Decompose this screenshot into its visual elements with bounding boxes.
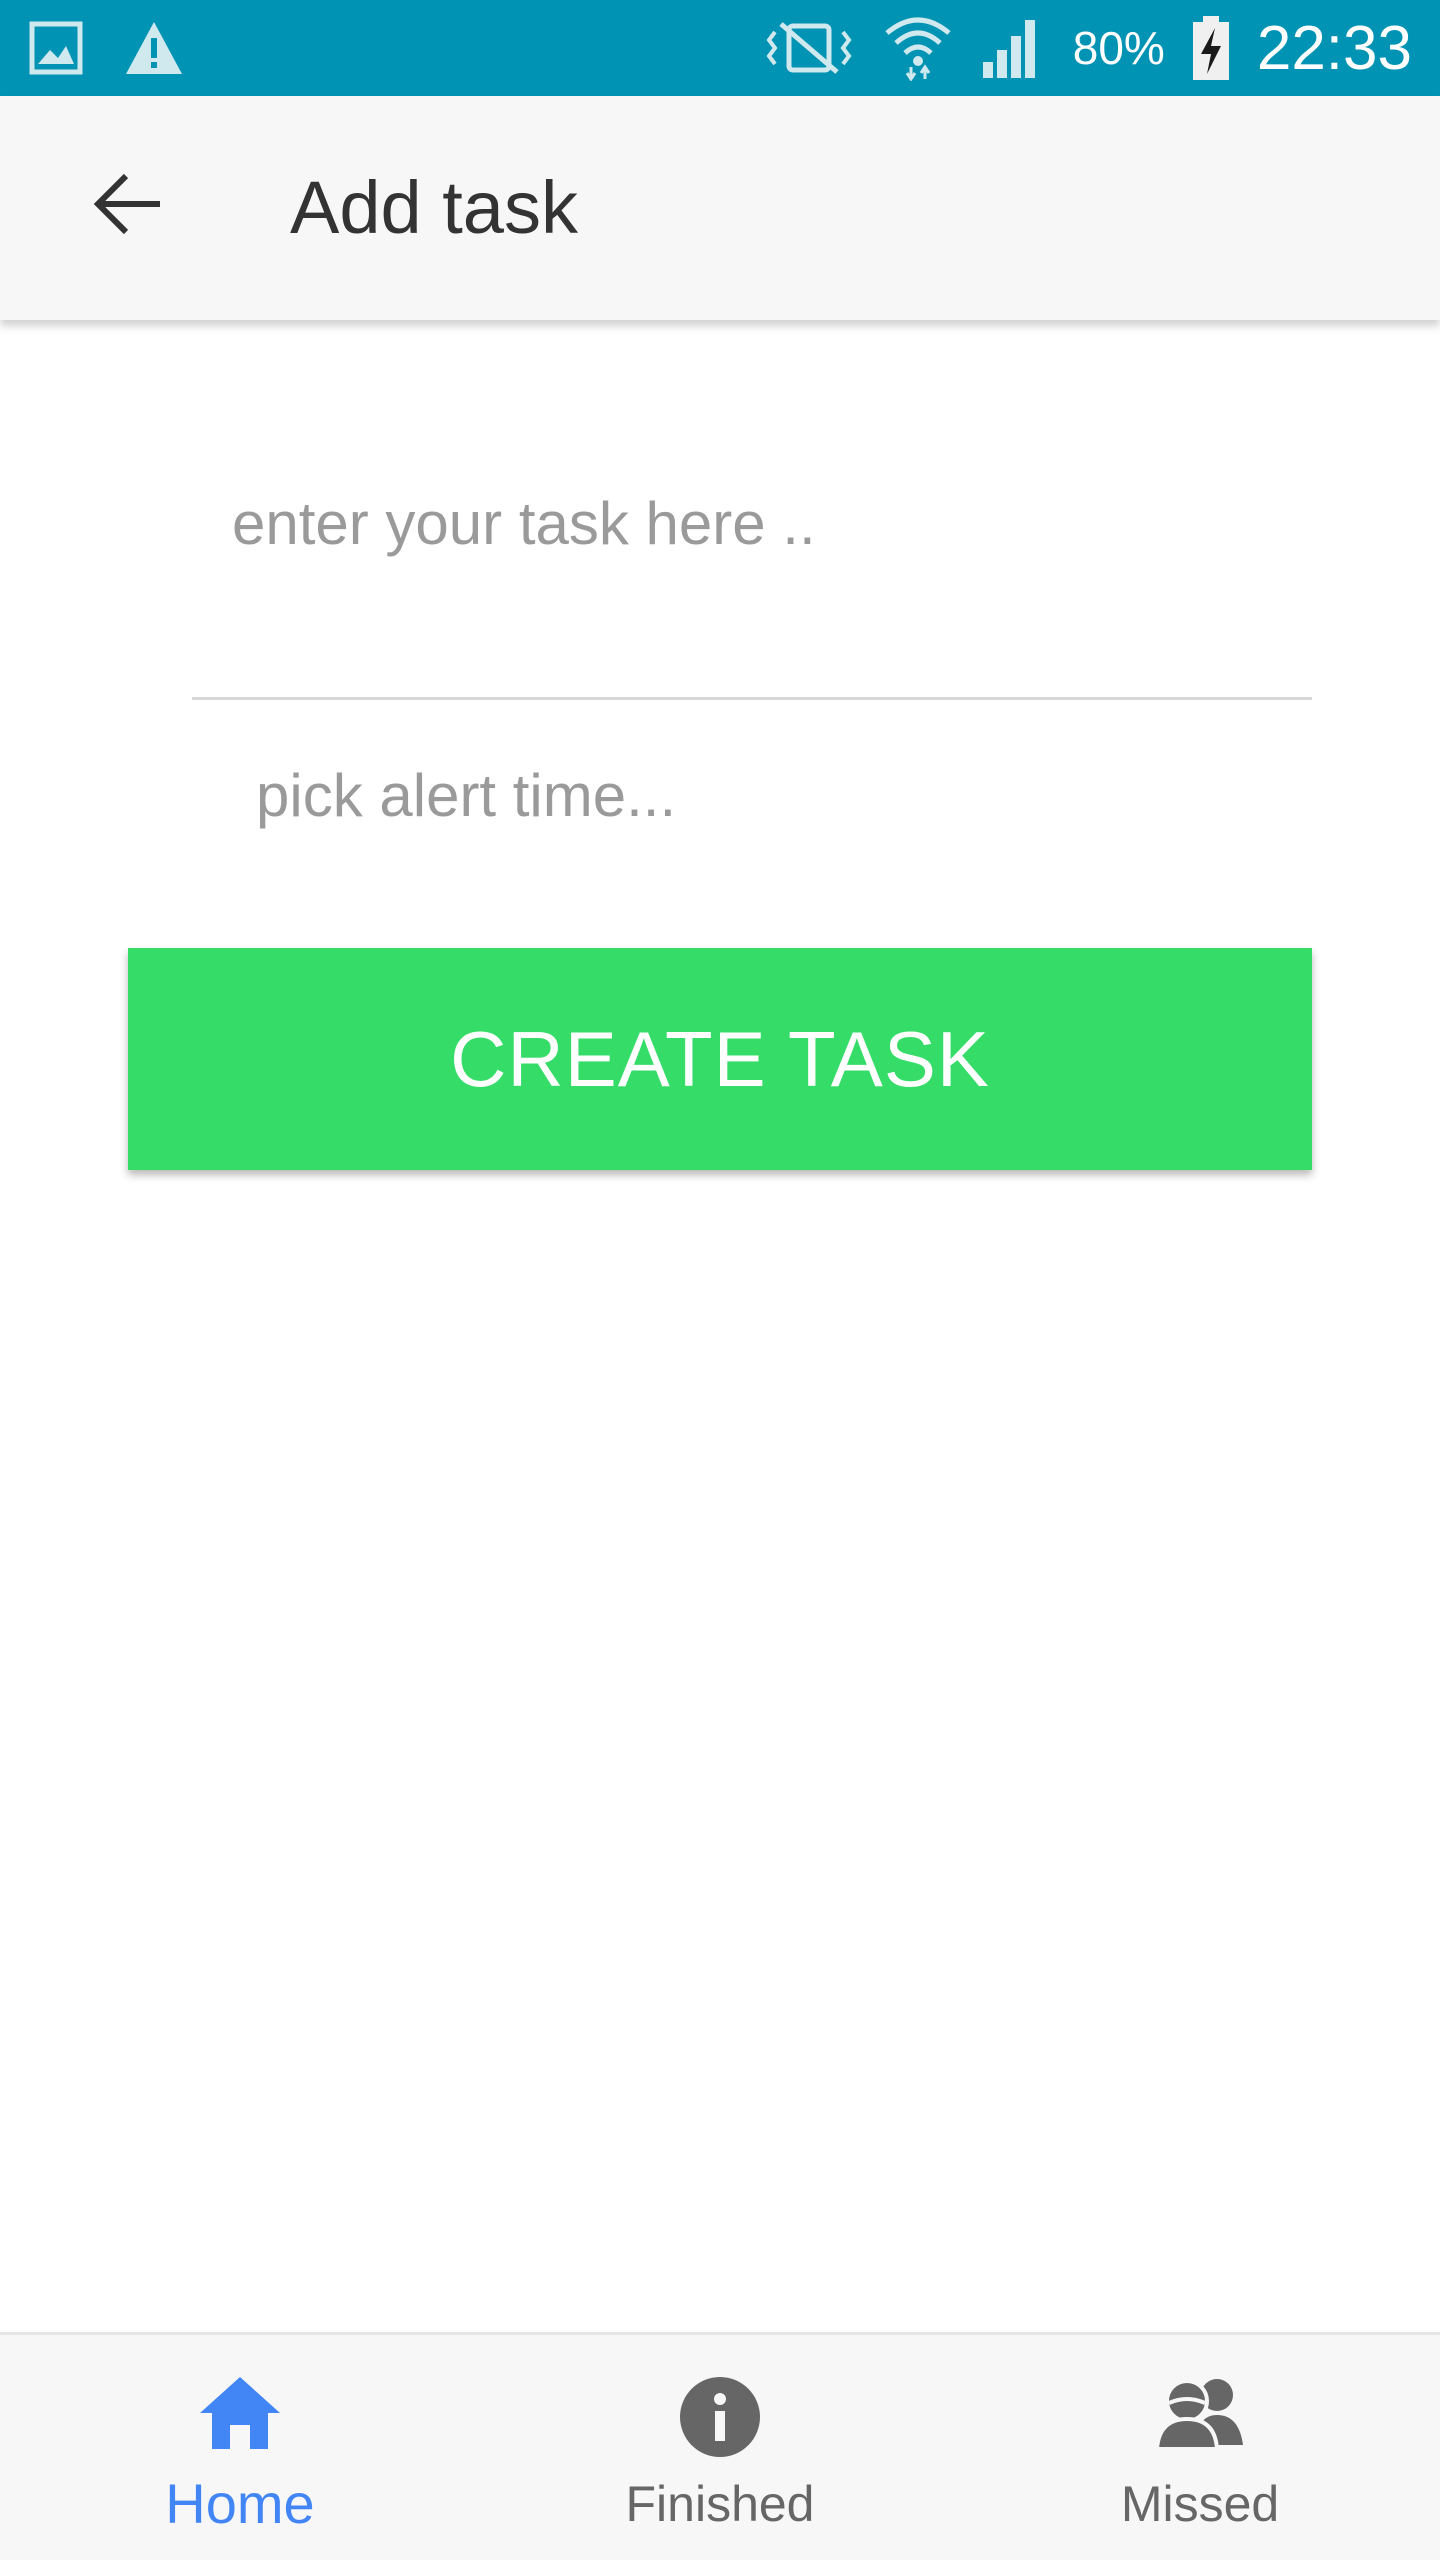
people-icon — [1154, 2375, 1245, 2456]
signal-icon — [979, 16, 1047, 80]
nav-item-finished[interactable]: Finished — [480, 2335, 960, 2560]
arrow-back-icon — [92, 172, 164, 241]
battery-percent: 80% — [1072, 22, 1165, 74]
create-task-button[interactable]: CREATE TASK — [128, 948, 1312, 1170]
nav-label-missed: Missed — [1120, 2476, 1280, 2532]
info-icon — [678, 2375, 762, 2464]
bottom-navigation: Home Finished Missed — [0, 2332, 1440, 2560]
app-bar: Add task — [0, 96, 1440, 320]
wifi-icon — [883, 15, 953, 81]
warning-icon — [124, 20, 184, 76]
vibrate-icon — [761, 18, 857, 78]
status-time: 22:33 — [1256, 13, 1412, 83]
home-icon — [198, 2375, 282, 2456]
nav-label-finished: Finished — [625, 2476, 815, 2532]
nav-label-home: Home — [165, 2472, 315, 2535]
add-task-screen: 80% 22:33 Add task pick alert tim — [0, 0, 1440, 2560]
alert-time-picker[interactable]: pick alert time... — [256, 756, 676, 836]
status-bar: 80% 22:33 — [0, 0, 1440, 96]
nav-item-home[interactable]: Home — [0, 2335, 480, 2560]
back-button[interactable] — [78, 156, 178, 256]
page-title: Add task — [290, 166, 578, 249]
battery-charging-icon — [1191, 14, 1231, 82]
task-input[interactable] — [192, 470, 1312, 700]
nav-item-missed[interactable]: Missed — [960, 2335, 1440, 2560]
status-bar-left — [28, 18, 184, 78]
gallery-icon — [28, 20, 84, 76]
status-bar-right: 80% 22:33 — [761, 0, 1412, 96]
